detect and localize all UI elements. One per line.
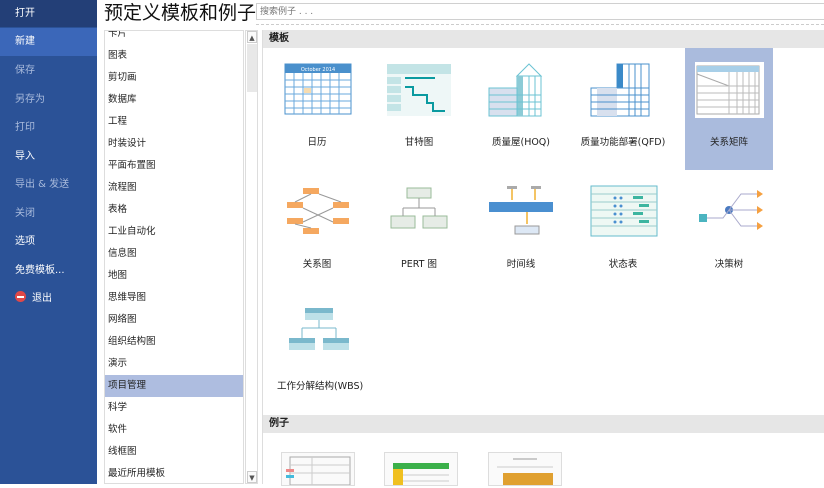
template-tile-house-of-quality[interactable]: 质量屋(HOQ): [473, 48, 569, 170]
pert-icon: [390, 187, 448, 229]
template-label: PERT 图: [401, 259, 437, 270]
sidebar-item-new[interactable]: 新建: [0, 28, 97, 56]
category-item[interactable]: 组织结构图: [105, 331, 243, 353]
category-item[interactable]: 表格: [105, 199, 243, 221]
sidebar-item-save-as[interactable]: 另存为: [0, 86, 97, 114]
house-of-quality-icon: [488, 63, 543, 117]
example-thumbnail[interactable]: [488, 452, 562, 486]
example-thumbnail[interactable]: [384, 452, 458, 486]
search-input[interactable]: [256, 3, 824, 20]
sidebar-item-export[interactable]: 导出 & 发送: [0, 171, 97, 199]
templates-panel: 模板 October 2014 日历 甘特图 质量屋(HOQ) 质量功能部署(QFD) 关…: [262, 30, 824, 486]
category-item[interactable]: 思维导图: [105, 287, 243, 309]
category-item[interactable]: 图表: [105, 45, 243, 67]
relation-matrix-icon: [695, 62, 764, 118]
template-label: 时间线: [506, 259, 536, 270]
sidebar-item-print[interactable]: 打印: [0, 114, 97, 142]
exit-icon: [15, 291, 26, 302]
sidebar-item-close[interactable]: 关闭: [0, 200, 97, 228]
template-tile-gantt[interactable]: 甘特图: [371, 48, 467, 170]
example-thumbnail[interactable]: [281, 452, 355, 486]
sidebar-item-exit[interactable]: 退出: [0, 285, 97, 313]
page-title: 预定义模板和例子: [104, 2, 257, 24]
sidebar-item-open[interactable]: 打开: [0, 0, 97, 27]
category-item[interactable]: 时装设计: [105, 133, 243, 155]
calendar-icon: October 2014: [284, 63, 352, 115]
category-item[interactable]: 地图: [105, 265, 243, 287]
category-item[interactable]: 流程图: [105, 177, 243, 199]
sidebar-item-options[interactable]: 选项: [0, 228, 97, 256]
template-tile-state-table[interactable]: 状态表: [575, 170, 671, 292]
divider: [256, 24, 824, 25]
template-tile-pert[interactable]: PERT 图: [371, 170, 467, 292]
category-list: 卡片 图表 剪切画 数据库 工程 时装设计 平面布置图 流程图 表格 工业自动化 信息图 地图 思维导图…: [104, 30, 244, 484]
decision-tree-icon: [699, 190, 763, 230]
category-item[interactable]: 数据库: [105, 89, 243, 111]
template-tile-calendar[interactable]: October 2014 日历: [269, 48, 365, 170]
category-item[interactable]: 演示: [105, 353, 243, 375]
examples-section-header: 例子: [263, 415, 824, 433]
template-tile-relation-diagram[interactable]: 关系图: [269, 170, 365, 292]
templates-section-header: 模板: [263, 30, 824, 48]
template-label: 日历: [307, 137, 327, 148]
sidebar: 打开 新建 保存 另存为 打印 导入 导出 & 发送 关闭 选项 免费模板...…: [0, 0, 97, 484]
svg-text:October 2014: October 2014: [301, 67, 335, 73]
category-scrollbar[interactable]: ▲ ▼: [245, 30, 258, 484]
category-item[interactable]: 最近所用模板: [105, 463, 243, 483]
scroll-thumb[interactable]: [247, 44, 257, 92]
template-tile-wbs[interactable]: 工作分解结构(WBS): [269, 292, 365, 414]
category-item[interactable]: 项目管理: [105, 375, 243, 397]
template-tile-relation-matrix[interactable]: 关系矩阵: [685, 48, 773, 170]
qfd-icon: [590, 63, 650, 117]
template-label: 关系图: [302, 259, 332, 270]
category-item[interactable]: 科学: [105, 397, 243, 419]
category-item[interactable]: 卡片: [105, 31, 243, 45]
sidebar-item-free-templates[interactable]: 免费模板...: [0, 257, 97, 285]
scroll-up-icon[interactable]: ▲: [247, 31, 257, 43]
state-table-icon: [590, 185, 658, 237]
category-item[interactable]: 剪切画: [105, 67, 243, 89]
relation-diagram-icon: [287, 188, 349, 234]
category-item[interactable]: 平面布置图: [105, 155, 243, 177]
category-item[interactable]: 软件: [105, 419, 243, 441]
category-item[interactable]: 网络图: [105, 309, 243, 331]
template-tile-timeline[interactable]: 时间线: [473, 170, 569, 292]
category-item[interactable]: 工程: [105, 111, 243, 133]
template-label: 质量功能部署(QFD): [580, 137, 666, 148]
wbs-icon: [289, 308, 349, 350]
gantt-icon: [387, 64, 451, 116]
sidebar-item-import[interactable]: 导入: [0, 143, 97, 171]
template-label: 工作分解结构(WBS): [277, 381, 364, 392]
exit-label: 退出: [32, 293, 52, 304]
category-item[interactable]: 信息图: [105, 243, 243, 265]
template-tile-qfd[interactable]: 质量功能部署(QFD): [575, 48, 671, 170]
category-item[interactable]: 线框图: [105, 441, 243, 463]
template-label: 状态表: [608, 259, 638, 270]
template-label: 甘特图: [404, 137, 434, 148]
scroll-down-icon[interactable]: ▼: [247, 471, 257, 483]
template-tile-decision-tree[interactable]: 决策树: [685, 170, 773, 292]
template-label: 关系矩阵: [709, 137, 748, 148]
timeline-icon: [489, 186, 553, 235]
template-label: 质量屋(HOQ): [491, 137, 550, 148]
template-label: 决策树: [714, 259, 744, 270]
category-item[interactable]: 工业自动化: [105, 221, 243, 243]
sidebar-item-save[interactable]: 保存: [0, 57, 97, 85]
